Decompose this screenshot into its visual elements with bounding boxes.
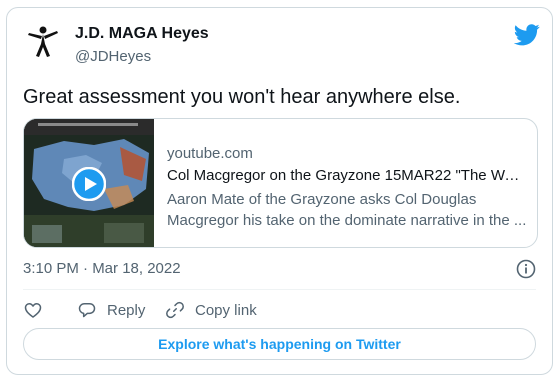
avatar[interactable] xyxy=(23,22,63,62)
like-button[interactable] xyxy=(23,296,43,324)
reply-icon xyxy=(78,303,96,318)
link-description: Aaron Mate of the Grayzone asks Col Doug… xyxy=(167,189,527,231)
tweet-text: Great assessment you won't hear anywhere… xyxy=(23,86,461,108)
play-icon[interactable] xyxy=(72,167,106,201)
copy-link-button[interactable]: Copy link xyxy=(165,296,257,324)
author-name[interactable]: J.D. MAGA Heyes xyxy=(75,25,209,43)
link-domain: youtube.com xyxy=(167,145,253,162)
explore-twitter-button[interactable]: Explore what's happening on Twitter xyxy=(23,328,536,360)
link-preview-card[interactable]: youtube.com Col Macgregor on the Grayzon… xyxy=(23,118,538,248)
info-icon[interactable] xyxy=(516,259,536,279)
divider xyxy=(23,289,536,290)
copy-link-label: Copy link xyxy=(195,301,257,319)
link-title: Col Macgregor on the Grayzone 15MAR22 "T… xyxy=(167,167,527,184)
author-handle[interactable]: @JDHeyes xyxy=(75,48,151,65)
reply-label: Reply xyxy=(107,301,146,319)
tweet-card[interactable]: J.D. MAGA Heyes @JDHeyes Great assessmen… xyxy=(6,7,553,375)
twitter-bird-icon[interactable] xyxy=(514,24,540,46)
heart-icon xyxy=(24,303,42,318)
tweet-timestamp[interactable]: 3:10 PM · Mar 18, 2022 xyxy=(23,260,181,277)
link-icon xyxy=(166,301,184,319)
reply-button[interactable]: Reply xyxy=(77,296,145,324)
link-description-line: Aaron Mate of the Grayzone asks Col Doug… xyxy=(167,191,477,208)
video-thumbnail[interactable] xyxy=(24,119,154,247)
link-description-line: Macgregor his take on the dominate narra… xyxy=(167,212,527,229)
